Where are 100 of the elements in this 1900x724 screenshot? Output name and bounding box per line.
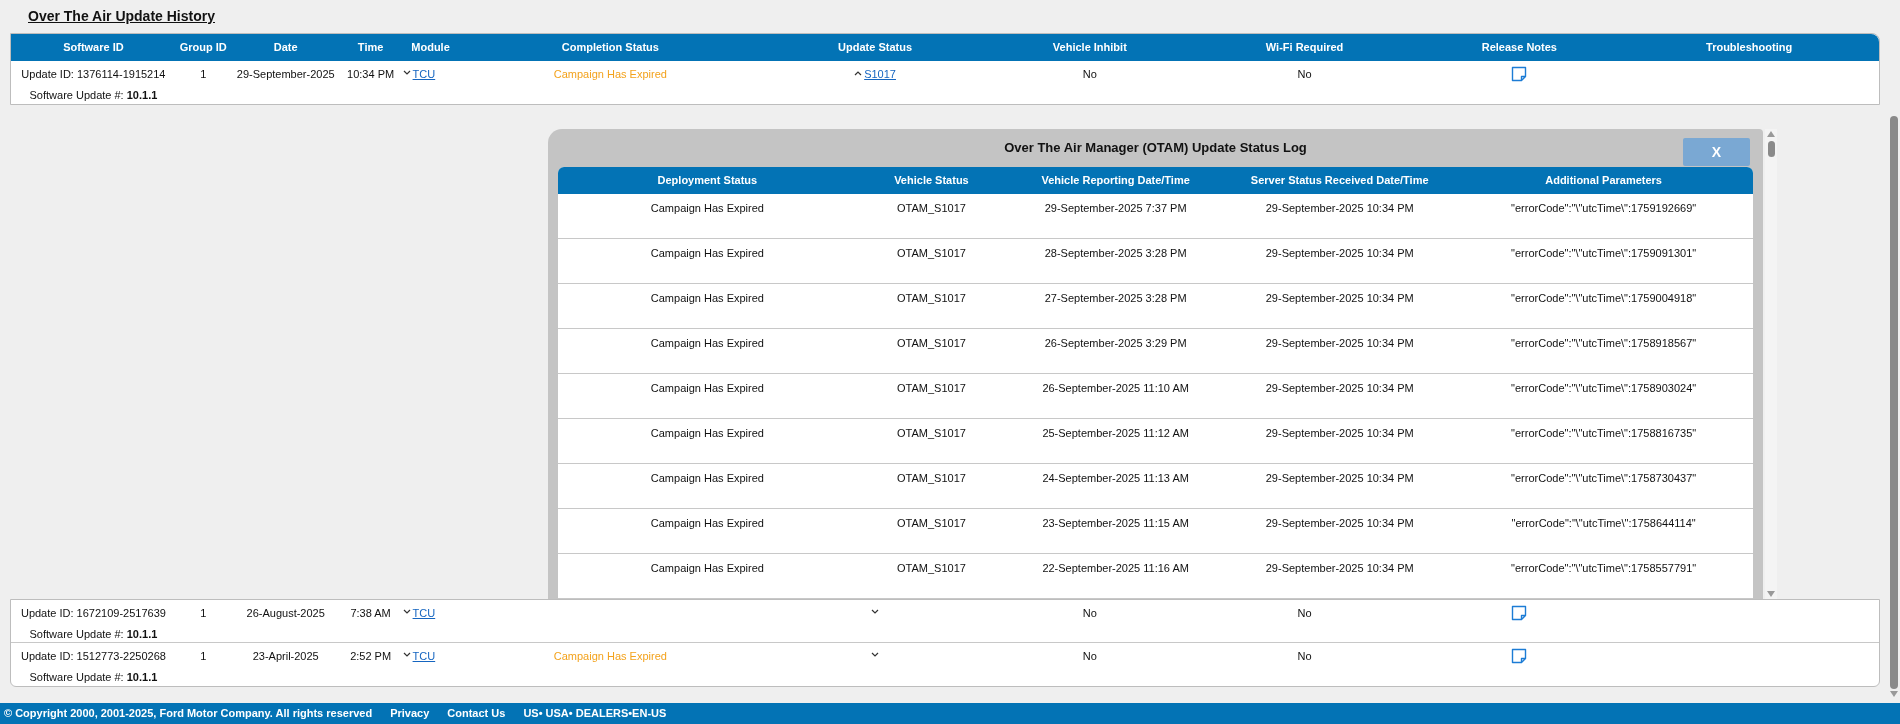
- scroll-down-arrow-icon[interactable]: [1767, 591, 1775, 597]
- log-cell: OTAM_S1017: [897, 382, 966, 394]
- chevron-down-icon[interactable]: [871, 652, 880, 658]
- date-text: 29-September-2025: [236, 68, 335, 80]
- software-update-text: Software Update #: 10.1.1: [29, 626, 158, 642]
- log-cell: "errorCode":"\"utcTime\":1758903024": [1511, 382, 1697, 394]
- update-status-link[interactable]: S1017: [864, 66, 896, 83]
- log-cell: Campaign Has Expired: [650, 427, 764, 439]
- update-id-text: Update ID: 1672109-2517639: [20, 606, 166, 621]
- log-cell: OTAM_S1017: [897, 427, 966, 439]
- locale-text: US• USA• DEALERS•EN-US: [523, 706, 667, 722]
- wifi-required-text: No: [1297, 607, 1312, 619]
- log-cell: 29-September-2025 10:34 PM: [1265, 517, 1414, 529]
- vehicle-inhibit-text: No: [1082, 607, 1097, 619]
- column-header: Time: [357, 41, 384, 54]
- column-header: Module: [411, 41, 450, 54]
- log-cell: OTAM_S1017: [897, 517, 966, 529]
- log-cell: "errorCode":"\"utcTime\":1758644114": [1511, 517, 1696, 529]
- log-cell: 27-September-2025 3:28 PM: [1044, 292, 1187, 304]
- group-id-text: 1: [200, 650, 207, 662]
- module-link[interactable]: TCU: [412, 66, 436, 83]
- software-update-text: Software Update #: 10.1.1: [29, 87, 158, 103]
- scroll-up-arrow-icon[interactable]: [1767, 131, 1775, 137]
- wifi-required-text: No: [1297, 68, 1312, 80]
- log-cell: OTAM_S1017: [897, 247, 966, 259]
- log-cell: "errorCode":"\"utcTime\":1759091301": [1511, 247, 1697, 259]
- module-link[interactable]: TCU: [412, 605, 436, 622]
- group-id-text: 1: [200, 607, 207, 619]
- chevron-down-icon[interactable]: [402, 70, 411, 76]
- log-cell: "errorCode":"\"utcTime\":1758816735": [1511, 427, 1697, 439]
- update-id-text: Update ID: 1512773-2250268: [20, 649, 166, 664]
- completion-status-text: Campaign Has Expired: [553, 650, 667, 662]
- column-header: Vehicle Reporting Date/Time: [1041, 174, 1190, 187]
- chevron-down-icon[interactable]: [871, 609, 880, 615]
- note-icon[interactable]: [1511, 648, 1528, 664]
- log-cell: "errorCode":"\"utcTime\":1759192669": [1511, 202, 1697, 214]
- log-cell: "errorCode":"\"utcTime\":1759004918": [1511, 292, 1697, 304]
- scroll-down-arrow-icon[interactable]: [1890, 691, 1898, 697]
- date-text: 26-August-2025: [246, 607, 325, 619]
- log-cell: 28-September-2025 3:28 PM: [1044, 247, 1187, 259]
- note-icon[interactable]: [1511, 605, 1528, 621]
- column-header: Date: [273, 41, 298, 54]
- log-cell: 26-September-2025 3:29 PM: [1044, 337, 1187, 349]
- log-cell: OTAM_S1017: [897, 562, 966, 574]
- log-cell: "errorCode":"\"utcTime\":1758557791": [1511, 562, 1697, 574]
- chevron-down-icon[interactable]: [402, 609, 411, 615]
- log-cell: 29-September-2025 10:34 PM: [1265, 382, 1414, 394]
- dialog-scrollbar[interactable]: [1765, 129, 1777, 599]
- column-header: Release Notes: [1481, 41, 1557, 54]
- vehicle-inhibit-text: No: [1082, 650, 1097, 662]
- log-cell: 29-September-2025 10:34 PM: [1265, 292, 1414, 304]
- log-cell: 29-September-2025 10:34 PM: [1265, 337, 1414, 349]
- scrollbar-thumb[interactable]: [1767, 141, 1775, 157]
- wifi-required-text: No: [1297, 650, 1312, 662]
- log-cell: 25-September-2025 11:12 AM: [1042, 427, 1189, 439]
- log-cell: 29-September-2025 10:34 PM: [1265, 427, 1414, 439]
- footer-link[interactable]: Privacy: [390, 705, 430, 722]
- log-cell: 29-September-2025 10:34 PM: [1265, 247, 1414, 259]
- log-cell: Campaign Has Expired: [650, 292, 764, 304]
- log-cell: 22-September-2025 11:16 AM: [1042, 562, 1189, 574]
- column-header: Server Status Received Date/Time: [1250, 174, 1429, 187]
- column-header: Completion Status: [561, 41, 659, 54]
- log-cell: 29-September-2025 10:34 PM: [1265, 472, 1414, 484]
- chevron-down-icon[interactable]: [402, 652, 411, 658]
- column-header: Vehicle Inhibit: [1052, 41, 1127, 54]
- log-cell: 26-September-2025 11:10 AM: [1042, 382, 1189, 394]
- time-text: 7:38 AM: [350, 607, 391, 619]
- log-cell: 23-September-2025 11:15 AM: [1042, 517, 1189, 529]
- time-text: 10:34 PM: [347, 68, 395, 80]
- log-cell: 24-September-2025 11:13 AM: [1042, 472, 1189, 484]
- column-header: Wi-Fi Required: [1265, 41, 1344, 54]
- copyright-text: © Copyright 2000, 2001-2025, Ford Motor Company. All rights reserved: [4, 706, 373, 722]
- column-header: Troubleshooting: [1706, 41, 1793, 54]
- log-cell: 29-September-2025 7:37 PM: [1044, 202, 1187, 214]
- column-header: Additional Parameters: [1545, 174, 1662, 187]
- scrollbar-thumb[interactable]: [1890, 116, 1898, 689]
- column-header: Software ID: [63, 41, 124, 54]
- log-cell: Campaign Has Expired: [650, 337, 764, 349]
- column-header: Deployment Status: [657, 174, 758, 187]
- log-cell: OTAM_S1017: [897, 337, 966, 349]
- note-icon[interactable]: [1511, 66, 1528, 82]
- log-cell: 29-September-2025 10:34 PM: [1265, 202, 1414, 214]
- log-cell: Campaign Has Expired: [650, 382, 764, 394]
- log-cell: OTAM_S1017: [897, 472, 966, 484]
- update-id-text: Update ID: 1376114-1915214: [21, 67, 166, 82]
- time-text: 2:52 PM: [350, 650, 392, 662]
- footer-link[interactable]: Contact Us: [447, 705, 506, 722]
- module-link[interactable]: TCU: [412, 648, 436, 665]
- software-update-text: Software Update #: 10.1.1: [29, 669, 158, 685]
- log-cell: OTAM_S1017: [897, 292, 966, 304]
- log-cell: OTAM_S1017: [897, 202, 966, 214]
- log-cell: Campaign Has Expired: [650, 472, 764, 484]
- dialog-title: Over The Air Manager (OTAM) Update Status Log: [1004, 139, 1307, 158]
- completion-status-text: Campaign Has Expired: [553, 68, 667, 80]
- column-header: Vehicle Status: [894, 174, 969, 187]
- log-cell: "errorCode":"\"utcTime\":1758918567": [1511, 337, 1697, 349]
- chevron-up-icon[interactable]: [854, 70, 863, 76]
- log-cell: Campaign Has Expired: [650, 517, 764, 529]
- log-cell: 29-September-2025 10:34 PM: [1265, 562, 1414, 574]
- log-cell: "errorCode":"\"utcTime\":1758730437": [1511, 472, 1697, 484]
